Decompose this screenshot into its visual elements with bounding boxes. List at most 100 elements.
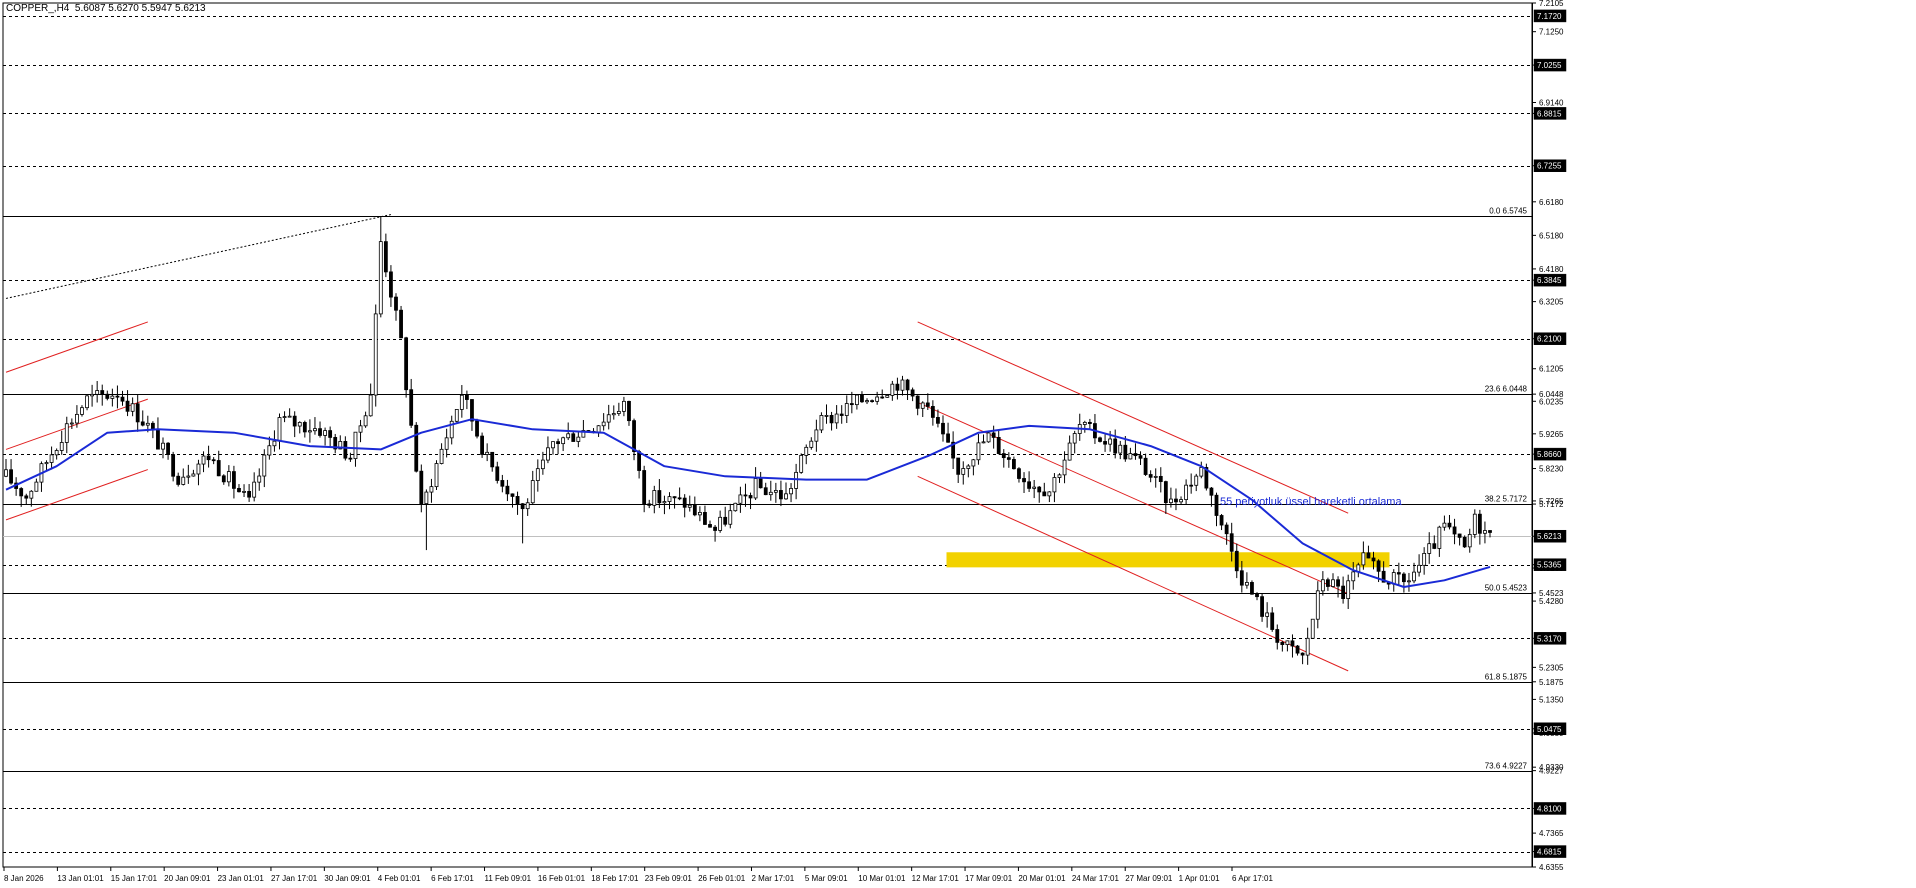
candle-body (1234, 550, 1239, 572)
candle (19, 487, 24, 507)
candle-body (1422, 553, 1427, 566)
candle-body (551, 441, 555, 449)
candle-body (657, 490, 662, 504)
candle-body (941, 422, 945, 435)
candle (115, 385, 120, 409)
candle (1174, 488, 1178, 511)
level-price-badge: 6.3845 (1537, 276, 1562, 285)
candle-body (905, 379, 910, 391)
candle-body (834, 413, 839, 424)
candle-body (824, 414, 829, 417)
candle-body (1042, 491, 1047, 497)
candle (1290, 634, 1295, 658)
candle-body (1057, 474, 1062, 478)
price-chart[interactable]: 0.0 6.5745 23.6 6.0448 38.2 5.7172 50.0 5.4… (0, 0, 1916, 888)
candle-body (125, 400, 130, 412)
candle (191, 469, 196, 477)
candle-body (890, 383, 895, 396)
candle-body (672, 496, 677, 499)
candle (1001, 449, 1006, 468)
chart-window: COPPER_,H4 5.6087 5.6270 5.5947 5.6213 0… (0, 0, 1916, 888)
candle (100, 384, 105, 406)
candle-body (130, 403, 135, 412)
candle-body (1275, 629, 1280, 643)
candle-body (454, 409, 459, 422)
candle (677, 487, 682, 501)
candle-body (860, 394, 864, 403)
candle (723, 506, 728, 527)
candle-body (1467, 534, 1472, 548)
candle-body (854, 394, 859, 406)
candle (824, 404, 829, 424)
candle-body (242, 490, 246, 493)
candle-body (44, 462, 49, 465)
candle (920, 401, 925, 418)
x-tick-label: 27 Jan 17:01 (271, 874, 318, 883)
y-tick-label: 4.6355 (1539, 863, 1564, 872)
candle (206, 445, 211, 468)
candle (713, 524, 717, 542)
candle-body (784, 493, 788, 500)
candle-body (1452, 526, 1457, 535)
candle (1143, 453, 1148, 476)
candle-body (723, 516, 728, 525)
candle-body (1047, 491, 1052, 497)
candle (297, 421, 302, 434)
candle (875, 391, 880, 405)
candle (971, 458, 976, 476)
candle-body (622, 400, 626, 412)
candle-body (976, 442, 981, 461)
candle-body (115, 395, 120, 398)
candle (505, 479, 510, 502)
candle-body (277, 417, 282, 442)
candle-body (1255, 593, 1259, 598)
candle-body (237, 487, 241, 493)
candle (262, 449, 267, 488)
candle-body (875, 396, 880, 402)
candle-body (1331, 579, 1335, 587)
candle (915, 395, 920, 416)
candle-body (59, 442, 64, 451)
level-price-badge: 7.1720 (1537, 12, 1562, 21)
candle-body (105, 393, 110, 399)
candle (981, 434, 986, 444)
y-tick-label: 4.9330 (1539, 763, 1564, 772)
candle-body (936, 417, 940, 424)
candle (1047, 491, 1052, 503)
candle (414, 422, 419, 473)
candle-body (505, 485, 510, 495)
candle (961, 461, 966, 485)
candle-body (1280, 641, 1285, 645)
candle-body (54, 450, 59, 456)
candle-body (176, 475, 181, 485)
x-tick-label: 1 Apr 01:01 (1179, 874, 1220, 883)
candle (870, 399, 874, 403)
candle (667, 492, 672, 510)
candle (211, 457, 216, 465)
candle (69, 418, 74, 429)
candle-body (880, 396, 885, 399)
candle (277, 413, 282, 450)
candle (520, 503, 525, 544)
candle-body (348, 457, 353, 460)
candle (1462, 535, 1467, 548)
x-tick-label: 11 Feb 09:01 (485, 874, 532, 883)
candle (186, 464, 191, 484)
candle (237, 484, 241, 493)
y-tick-label: 6.0235 (1539, 397, 1564, 406)
candle (465, 390, 469, 410)
candle (171, 451, 176, 482)
candle (302, 420, 307, 438)
candle-body (1270, 612, 1275, 630)
candle (1072, 430, 1077, 454)
x-tick-label: 26 Feb 01:01 (698, 874, 746, 883)
candle-body (895, 383, 900, 391)
candle (1452, 518, 1457, 545)
candle-body (409, 389, 414, 426)
candle (449, 415, 454, 445)
candle (1305, 627, 1310, 665)
candle-body (90, 393, 95, 397)
candle-body (196, 463, 201, 475)
candle-body (302, 422, 307, 433)
candle (1472, 509, 1477, 539)
